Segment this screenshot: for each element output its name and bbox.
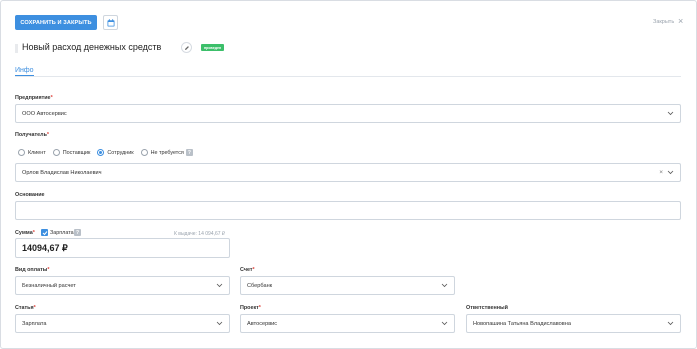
- project-select[interactable]: Автосервис: [240, 314, 455, 333]
- radio-supplier[interactable]: Поставщик: [52, 149, 91, 156]
- account-value: Сбербанк: [247, 282, 273, 289]
- enterprise-label: Предприятие*: [15, 95, 53, 101]
- article-label: Статья*: [15, 305, 36, 311]
- responsible-value: Новопашина Татьяна Владиславовна: [473, 320, 571, 327]
- help-icon[interactable]: ?: [74, 229, 81, 236]
- amount-input[interactable]: 14094,67 ₽: [15, 238, 230, 258]
- amount-value: 14094,67 ₽: [22, 242, 68, 253]
- salary-checkbox-label: Зарплата: [50, 230, 74, 236]
- basis-label: Основание: [15, 192, 45, 198]
- amount-label: Сумма*: [15, 230, 35, 236]
- account-select[interactable]: Сбербанк: [240, 276, 455, 295]
- check-icon: [42, 230, 47, 235]
- chevron-down-icon: [667, 111, 674, 116]
- chevron-down-icon: [441, 283, 448, 288]
- page-title: Новый расход денежных средств: [22, 42, 162, 52]
- payment-type-select[interactable]: Безналичный расчет: [15, 276, 230, 295]
- chevron-down-icon: [216, 321, 223, 326]
- pencil-icon: [184, 45, 189, 50]
- responsible-select[interactable]: Новопашина Татьяна Владиславовна: [466, 314, 681, 333]
- recipient-value: Орлов Владислав Николаевич: [22, 169, 102, 176]
- edit-title-button[interactable]: [181, 42, 192, 53]
- article-value: Зарплата: [22, 320, 47, 327]
- close-icon[interactable]: ×: [678, 16, 683, 26]
- radio-not-required-circle[interactable]: [140, 149, 148, 156]
- calendar-button[interactable]: [103, 15, 118, 30]
- chevron-down-icon: [667, 170, 674, 175]
- payment-type-value: Безналичный расчет: [22, 282, 76, 289]
- radio-not-required-label: Не требуется: [150, 149, 184, 156]
- radio-supplier-label: Поставщик: [62, 149, 91, 156]
- radio-not-required[interactable]: Не требуется?: [140, 149, 193, 156]
- project-label: Проект*: [240, 305, 261, 311]
- clear-icon[interactable]: ×: [659, 169, 663, 177]
- responsible-label: Ответственный: [466, 305, 508, 311]
- help-icon[interactable]: ?: [185, 149, 193, 156]
- radio-client-circle[interactable]: [18, 149, 25, 156]
- to-issue-text: К выдаче: 14 094,67 ₽: [174, 231, 226, 237]
- payment-type-label: Вид оплаты*: [15, 267, 50, 273]
- recipient-type-group: Клиент Поставщик Сотрудник Не требуется?: [18, 149, 200, 156]
- close-link[interactable]: Закрыть: [653, 19, 674, 25]
- radio-employee[interactable]: Сотрудник: [97, 149, 134, 156]
- save-and-close-button[interactable]: СОХРАНИТЬ И ЗАКРЫТЬ: [15, 15, 97, 30]
- radio-client-label: Клиент: [28, 149, 46, 156]
- radio-employee-label: Сотрудник: [107, 149, 134, 156]
- enterprise-select[interactable]: ООО Автосервис: [15, 104, 681, 123]
- recipient-select[interactable]: Орлов Владислав Николаевич ×: [15, 163, 681, 182]
- tab-info[interactable]: Инфо: [15, 67, 34, 74]
- article-select[interactable]: Зарплата: [15, 314, 230, 333]
- chevron-down-icon: [441, 321, 448, 326]
- enterprise-value: ООО Автосервис: [22, 110, 67, 117]
- radio-supplier-circle[interactable]: [52, 149, 60, 156]
- calendar-icon: [107, 18, 114, 26]
- chevron-down-icon: [216, 283, 223, 288]
- status-badge: проведен: [201, 44, 225, 51]
- radio-client[interactable]: Клиент: [18, 149, 46, 156]
- account-label: Счет*: [240, 267, 255, 273]
- project-value: Автосервис: [247, 320, 278, 327]
- salary-checkbox[interactable]: [41, 229, 48, 236]
- tabs-divider: [15, 76, 681, 77]
- document-marker: [15, 44, 18, 53]
- recipient-label: Получатель*: [15, 132, 49, 138]
- chevron-down-icon: [667, 321, 674, 326]
- radio-employee-circle[interactable]: [97, 149, 105, 156]
- basis-input[interactable]: [15, 201, 681, 220]
